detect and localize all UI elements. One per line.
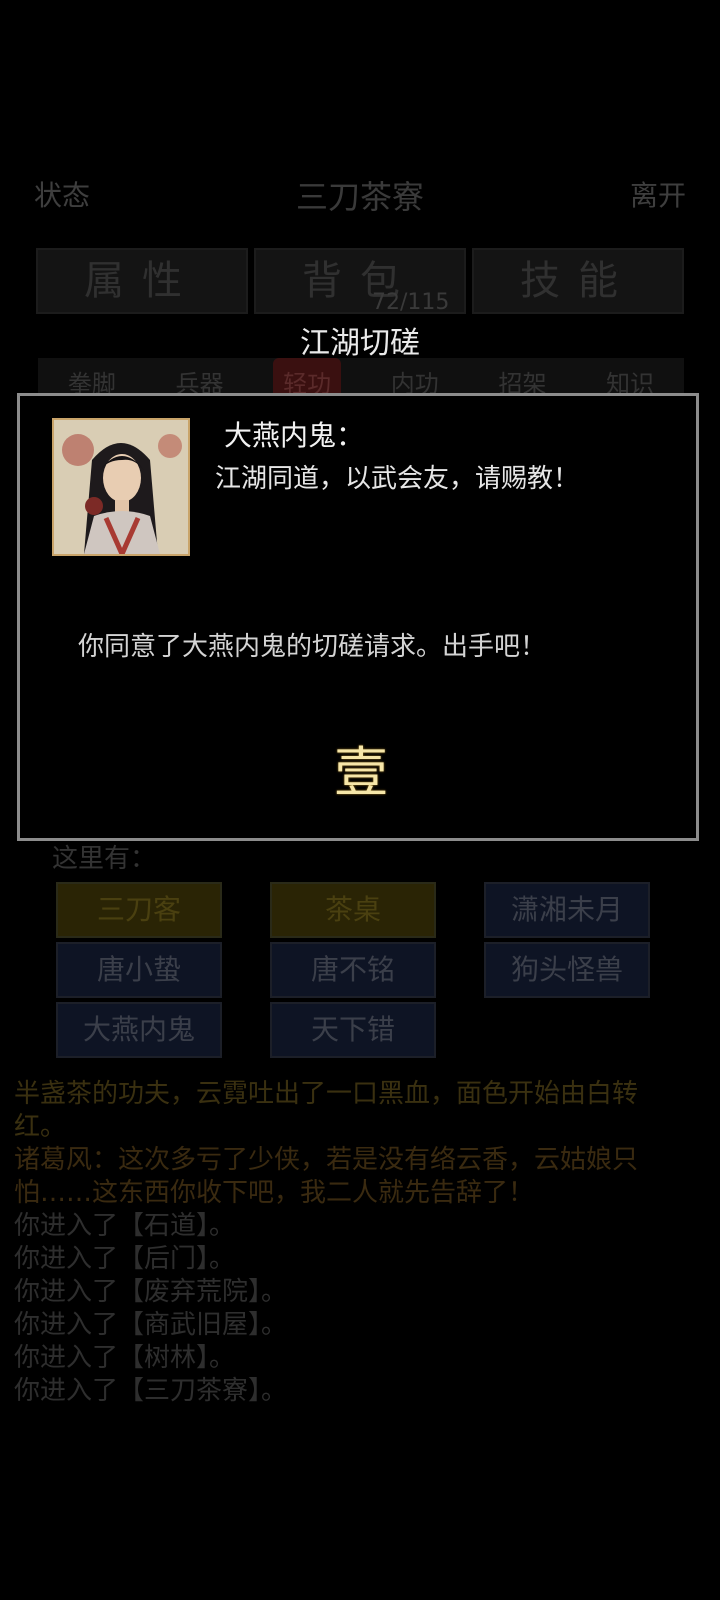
log-line: 红。 xyxy=(14,1112,67,1142)
log-line: 你进入了【石道】。 xyxy=(14,1211,236,1241)
npc-button[interactable]: 天下错 xyxy=(270,1002,436,1058)
bag-count: 72/115 xyxy=(372,290,450,315)
speaker-name: 大燕内鬼： xyxy=(224,419,365,452)
log-line: 诸葛风：这次多亏了少侠，若是没有络云香，云姑娘只 xyxy=(14,1145,639,1175)
portrait-image xyxy=(54,420,188,561)
log-line: 你进入了【后门】。 xyxy=(14,1244,236,1274)
spar-dialog: 大燕内鬼： 江湖同道，以武会友，请赐教！ 你同意了大燕内鬼的切磋请求。出手吧！ … xyxy=(17,393,699,841)
log-line: 半盏茶的功夫，云霓吐出了一口黑血，面色开始由白转 xyxy=(14,1079,639,1109)
dialog-message: 你同意了大燕内鬼的切磋请求。出手吧！ xyxy=(78,632,547,662)
tab-attributes[interactable]: 属性 xyxy=(36,248,248,314)
log-line: 你进入了【树林】。 xyxy=(14,1343,236,1373)
tab-skills[interactable]: 技能 xyxy=(472,248,684,314)
main-tabs: 属性 背包 技能 xyxy=(36,248,684,314)
npc-button[interactable]: 唐不铭 xyxy=(270,942,436,998)
npc-portrait xyxy=(52,418,190,561)
location-title: 三刀茶寮 xyxy=(295,178,424,216)
npc-button[interactable]: 茶桌 xyxy=(270,882,436,938)
npc-button[interactable]: 狗头怪兽 xyxy=(484,942,650,998)
top-header: 状态 三刀茶寮 离开 xyxy=(0,170,720,220)
npc-button[interactable]: 唐小蛰 xyxy=(56,942,222,998)
log-line: 怕……这东西你收下吧，我二人就先告辞了！ xyxy=(14,1178,535,1208)
npc-button[interactable]: 潇湘未月 xyxy=(484,882,650,938)
npc-button[interactable]: 三刀客 xyxy=(56,882,222,938)
npc-section-label: 这里有： xyxy=(52,844,157,874)
speaker-speech: 江湖同道，以武会友，请赐教！ xyxy=(215,464,580,494)
countdown-number: 壹 xyxy=(334,741,388,804)
leave-button[interactable]: 离开 xyxy=(630,174,686,214)
log-line: 你进入了【三刀茶寮】。 xyxy=(14,1376,288,1406)
log-line: 你进入了【商武旧屋】。 xyxy=(14,1310,288,1340)
message-log: 半盏茶的功夫，云霓吐出了一口黑血，面色开始由白转 红。 诸葛风：这次多亏了少侠，… xyxy=(14,1078,714,1408)
npc-button[interactable]: 大燕内鬼 xyxy=(56,1002,222,1058)
log-line: 你进入了【废弃荒院】。 xyxy=(14,1277,288,1307)
dialog-title: 江湖切磋 xyxy=(300,326,420,361)
